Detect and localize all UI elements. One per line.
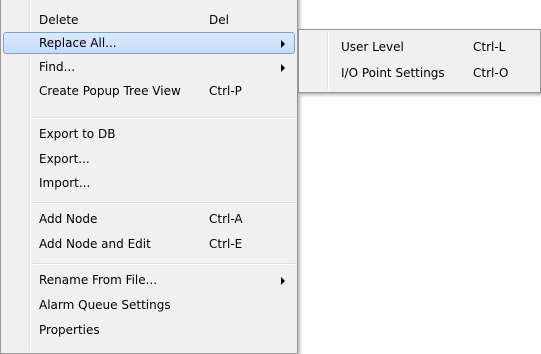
menu-item-find[interactable]: Find... bbox=[3, 56, 295, 78]
menu-separator bbox=[33, 117, 295, 119]
menu-separator bbox=[33, 263, 295, 265]
menu-item-label: Replace All... bbox=[39, 36, 117, 50]
menu-item-shortcut: Del bbox=[209, 13, 229, 27]
menu-item-label: Alarm Queue Settings bbox=[39, 298, 171, 312]
menu-item-add-node-and-edit[interactable]: Add Node and Edit Ctrl-E bbox=[3, 233, 295, 255]
context-menu: Delete Del Replace All... Find... Create… bbox=[0, 0, 298, 354]
menu-item-label: Add Node and Edit bbox=[39, 237, 151, 251]
menu-item-delete[interactable]: Delete Del bbox=[3, 9, 295, 31]
menu-item-shortcut: Ctrl-L bbox=[473, 40, 506, 54]
menu-item-label: Import... bbox=[39, 176, 91, 190]
submenu-arrow-icon bbox=[281, 64, 285, 72]
menu-item-label: Create Popup Tree View bbox=[39, 84, 181, 98]
menu-item-label: Delete bbox=[39, 13, 79, 27]
submenu-item-user-level[interactable]: User Level Ctrl-L bbox=[301, 36, 538, 58]
menu-item-label: Add Node bbox=[39, 212, 98, 226]
submenu-arrow-icon bbox=[281, 40, 285, 48]
submenu-item-io-point-settings[interactable]: I/O Point Settings Ctrl-O bbox=[301, 62, 538, 84]
replace-all-submenu: User Level Ctrl-L I/O Point Settings Ctr… bbox=[298, 29, 541, 93]
menu-separator bbox=[33, 202, 295, 204]
menu-item-export-to-db[interactable]: Export to DB bbox=[3, 123, 295, 145]
menu-item-label: Rename From File... bbox=[39, 273, 158, 287]
menu-item-import[interactable]: Import... bbox=[3, 172, 295, 194]
menu-item-replace-all[interactable]: Replace All... bbox=[3, 32, 295, 54]
menu-item-label: Find... bbox=[39, 60, 76, 74]
menu-item-shortcut: Ctrl-P bbox=[209, 84, 242, 98]
menu-item-alarm-queue-settings[interactable]: Alarm Queue Settings bbox=[3, 294, 295, 316]
menu-item-label: I/O Point Settings bbox=[341, 66, 445, 80]
menu-item-export[interactable]: Export... bbox=[3, 148, 295, 170]
menu-item-create-popup-tree-view[interactable]: Create Popup Tree View Ctrl-P bbox=[3, 80, 295, 102]
menu-item-shortcut: Ctrl-E bbox=[209, 237, 243, 251]
menu-item-properties[interactable]: Properties bbox=[3, 319, 295, 341]
menu-item-shortcut: Ctrl-O bbox=[473, 66, 509, 80]
menu-item-shortcut: Ctrl-A bbox=[209, 212, 243, 226]
menu-item-add-node[interactable]: Add Node Ctrl-A bbox=[3, 208, 295, 230]
menu-item-label: User Level bbox=[341, 40, 404, 54]
submenu-arrow-icon bbox=[281, 277, 285, 285]
menu-item-label: Export to DB bbox=[39, 127, 116, 141]
menu-item-label: Export... bbox=[39, 152, 90, 166]
menu-item-label: Properties bbox=[39, 323, 100, 337]
menu-item-rename-from-file[interactable]: Rename From File... bbox=[3, 269, 295, 291]
